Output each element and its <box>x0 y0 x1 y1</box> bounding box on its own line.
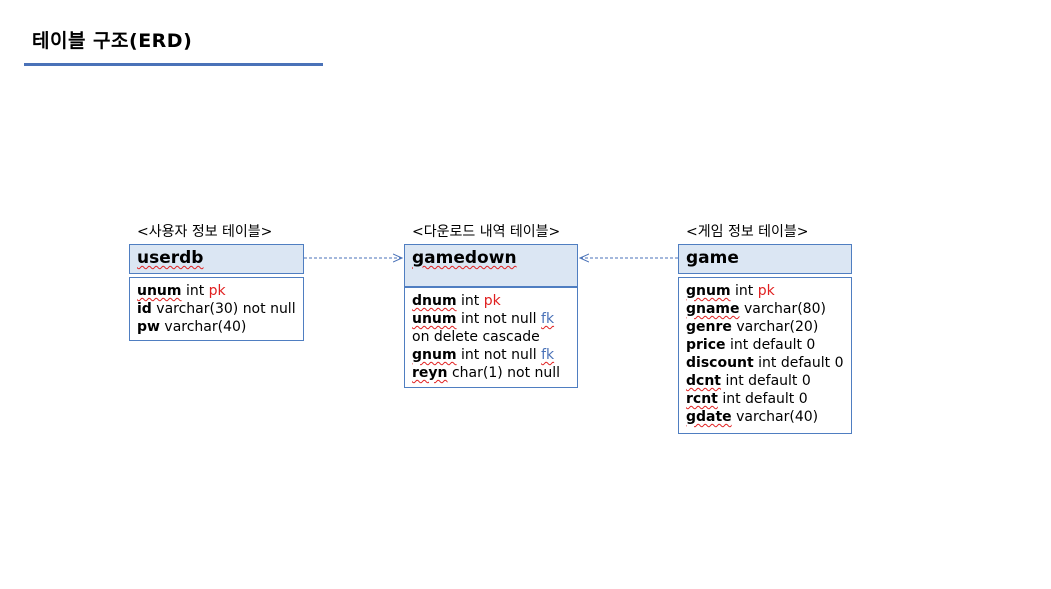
primary-key-marker: pk <box>208 283 226 299</box>
field-row: gdate varchar(40) <box>686 408 844 426</box>
userdb-table-name: userdb <box>137 248 204 268</box>
game-caption: <게임 정보 테이블> <box>686 224 809 240</box>
field-name: unum <box>412 311 457 327</box>
field-type: varchar(30) not null <box>156 301 296 317</box>
field-name: genre <box>686 319 732 335</box>
game-table-body: gnum int pk gname varchar(80) genre varcha… <box>678 277 852 434</box>
field-name: gnum <box>686 283 731 299</box>
userdb-table-header: userdb <box>129 244 304 274</box>
foreign-key-marker: fk <box>541 347 555 363</box>
field-row: dnum int pk <box>412 292 570 310</box>
field-name: gdate <box>686 409 732 425</box>
field-type: int <box>185 283 205 299</box>
field-row: gnum int not null fk <box>412 346 570 364</box>
userdb-caption: <사용자 정보 테이블> <box>137 224 273 240</box>
field-name: discount <box>686 355 754 371</box>
field-row: on delete cascade <box>412 328 570 346</box>
field-row: pw varchar(40) <box>137 318 296 336</box>
field-type: varchar(80) <box>743 301 826 317</box>
field-name: dcnt <box>686 373 721 389</box>
gamedown-table-body: dnum int pk unum int not null fk on delete… <box>404 287 578 388</box>
field-type: int not null <box>460 311 537 327</box>
field-type: varchar(40) <box>736 409 819 425</box>
field-row: rcnt int default 0 <box>686 390 844 408</box>
field-name: price <box>686 337 726 353</box>
field-name: rcnt <box>686 391 718 407</box>
field-type: int default 0 <box>725 373 811 389</box>
field-name: gname <box>686 301 740 317</box>
field-name: gnum <box>412 347 457 363</box>
field-name: unum <box>137 283 182 299</box>
field-type: int default 0 <box>758 355 844 371</box>
gamedown-table-name: gamedown <box>412 248 517 268</box>
field-row: genre varchar(20) <box>686 318 844 336</box>
field-name: reyn <box>412 365 448 381</box>
field-name: dnum <box>412 293 457 309</box>
field-row: id varchar(30) not null <box>137 300 296 318</box>
field-row: unum int not null fk <box>412 310 570 328</box>
field-row: reyn char(1) not null <box>412 364 570 382</box>
gamedown-caption: <다운로드 내역 테이블> <box>412 224 561 240</box>
field-row: gname varchar(80) <box>686 300 844 318</box>
field-row: discount int default 0 <box>686 354 844 372</box>
field-type: int not null <box>461 347 537 363</box>
gamedown-table-header: gamedown <box>404 244 578 287</box>
primary-key-marker: pk <box>757 283 775 299</box>
game-table-header: game <box>678 244 852 274</box>
field-row: price int default 0 <box>686 336 844 354</box>
foreign-key-marker: fk <box>541 311 555 327</box>
field-type: int <box>461 293 480 309</box>
userdb-table-body: unum int pk id varchar(30) not null pw var… <box>129 277 304 341</box>
field-type: int default 0 <box>729 337 816 353</box>
field-name: id <box>137 301 152 317</box>
field-row: dcnt int default 0 <box>686 372 844 390</box>
field-type: varchar(20) <box>736 319 819 335</box>
game-table-name: game <box>686 248 739 268</box>
field-type: int default 0 <box>722 391 808 407</box>
field-type: int <box>735 283 754 299</box>
field-type: varchar(40) <box>164 319 247 335</box>
field-row: gnum int pk <box>686 282 844 300</box>
field-type: char(1) not null <box>451 365 561 381</box>
field-type: on delete cascade <box>412 329 540 345</box>
field-row: unum int pk <box>137 282 296 300</box>
field-name: pw <box>137 319 160 335</box>
primary-key-marker: pk <box>483 293 501 309</box>
